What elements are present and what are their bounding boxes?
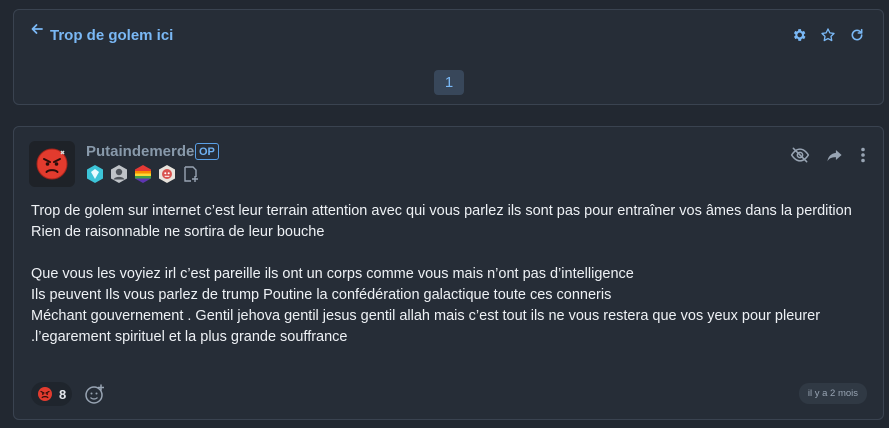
post-spacer [31, 243, 876, 264]
angry-face-icon [38, 387, 52, 401]
angry-face-icon [36, 148, 68, 180]
post-paragraph: Que vous les voyiez irl c’est pareille i… [31, 266, 634, 282]
reaction-count: 8 [59, 386, 67, 402]
share-icon[interactable] [826, 146, 843, 163]
post-paragraph: Ils peuvent Ils vous parlez de trump Pou… [31, 287, 612, 303]
add-badge-icon[interactable] [180, 163, 201, 184]
rainbow-badge[interactable] [132, 163, 153, 184]
star-icon[interactable] [819, 26, 836, 43]
post-body: Trop de golem sur internet c’est leur te… [31, 201, 876, 348]
arrow-left-icon [31, 24, 43, 34]
gear-icon[interactable] [790, 26, 807, 43]
diamond-badge[interactable] [84, 163, 105, 184]
add-reaction-icon[interactable] [84, 383, 106, 405]
op-badge: OP [195, 143, 219, 160]
reaction-button[interactable]: 8 [31, 382, 73, 406]
username[interactable]: Putaindemerde [86, 143, 194, 160]
badge-list [84, 163, 201, 184]
timestamp[interactable]: il y a 2 mois [798, 383, 867, 404]
post-paragraph: Rien de raisonnable ne sortira de leur b… [31, 224, 325, 240]
post-paragraph: Trop de golem sur internet c’est leur te… [31, 203, 852, 219]
mascot-badge[interactable] [156, 163, 177, 184]
page-number-button[interactable]: 1 [434, 70, 464, 95]
avatar[interactable] [29, 141, 75, 187]
more-icon[interactable] [859, 146, 867, 163]
topic-title: Trop de golem ici [50, 27, 174, 44]
refresh-icon[interactable] [848, 26, 865, 43]
post-card: Putaindemerde OP Trop de golem sur inter… [13, 126, 884, 420]
post-actions [790, 146, 867, 163]
topic-header: Trop de golem ici 1 [13, 9, 884, 105]
portrait-badge[interactable] [108, 163, 129, 184]
hide-icon[interactable] [790, 146, 810, 163]
back-link[interactable]: Trop de golem ici [30, 20, 173, 44]
topic-actions [790, 26, 865, 43]
post-paragraph: Méchant gouvernement . Gentil jehova gen… [31, 308, 821, 345]
